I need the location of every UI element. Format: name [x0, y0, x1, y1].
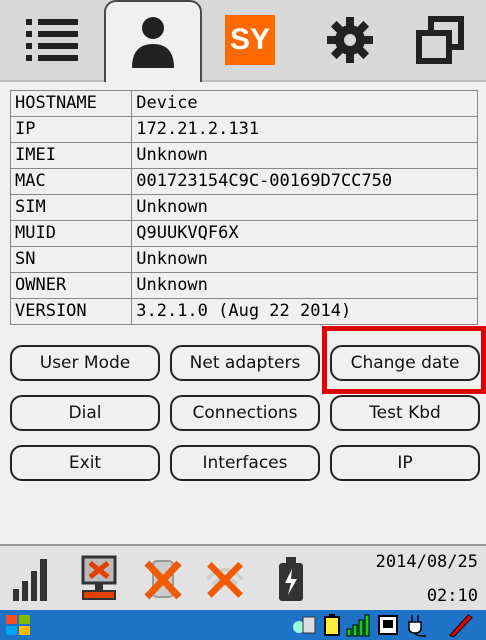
- tab-bar: SY: [0, 0, 486, 82]
- table-row: VERSION 3.2.1.0 (Aug 22 2014): [9, 298, 478, 325]
- windows-start-icon[interactable]: [4, 612, 32, 638]
- info-key: OWNER: [9, 272, 133, 299]
- table-row: IP 172.21.2.131: [9, 116, 478, 143]
- phone-disabled-icon[interactable]: [140, 554, 186, 604]
- interfaces-button[interactable]: Interfaces: [170, 445, 320, 481]
- info-value: Q9UUKVQF6X: [131, 220, 478, 247]
- signal-icon[interactable]: [8, 554, 54, 604]
- gear-icon: [327, 17, 373, 63]
- info-key: MAC: [9, 168, 133, 195]
- taskbar: [0, 610, 486, 640]
- test-kbd-button[interactable]: Test Kbd: [330, 395, 480, 431]
- change-date-button[interactable]: Change date: [330, 345, 480, 381]
- connections-button[interactable]: Connections: [170, 395, 320, 431]
- battery-icon[interactable]: [268, 554, 314, 604]
- pen-icon[interactable]: [446, 612, 474, 638]
- table-row: SIM Unknown: [9, 194, 478, 221]
- status-bar: 2014/08/25 02:10: [0, 544, 486, 612]
- network-error-icon[interactable]: [76, 554, 122, 604]
- device-info-table: HOSTNAME Device IP 172.21.2.131 IMEI Unknow…: [9, 90, 478, 325]
- info-key: HOSTNAME: [9, 90, 133, 117]
- status-time: 02:10: [426, 586, 478, 606]
- info-value: 3.2.1.0 (Aug 22 2014): [131, 298, 478, 325]
- windows-icon: [416, 16, 464, 64]
- info-key: IMEI: [9, 142, 133, 169]
- table-row: OWNER Unknown: [9, 272, 478, 299]
- info-key: SN: [9, 246, 133, 273]
- keyboard-icon[interactable]: [374, 612, 402, 638]
- tab-windows[interactable]: [400, 6, 480, 74]
- tab-settings[interactable]: [310, 6, 390, 74]
- list-icon: [26, 19, 78, 61]
- table-row: MUID Q9UUKVQF6X: [9, 220, 478, 247]
- status-date: 2014/08/25: [375, 552, 478, 572]
- table-row: MAC 001723154C9C-00169D7CC750: [9, 168, 478, 195]
- info-value: Unknown: [131, 142, 478, 169]
- info-value: 001723154C9C-00169D7CC750: [131, 168, 478, 195]
- battery-icon[interactable]: [318, 612, 346, 638]
- dial-button[interactable]: Dial: [10, 395, 160, 431]
- ip-button[interactable]: IP: [330, 445, 480, 481]
- user-mode-button[interactable]: User Mode: [10, 345, 160, 381]
- signal-icon[interactable]: [344, 612, 372, 638]
- info-value: Unknown: [131, 194, 478, 221]
- info-key: MUID: [9, 220, 133, 247]
- info-value: Unknown: [131, 272, 478, 299]
- power-icon[interactable]: [404, 612, 432, 638]
- tab-user[interactable]: [104, 0, 202, 82]
- exit-button[interactable]: Exit: [10, 445, 160, 481]
- table-row: SN Unknown: [9, 246, 478, 273]
- info-key: VERSION: [9, 298, 133, 325]
- info-value: Unknown: [131, 246, 478, 273]
- info-value: Device: [131, 90, 478, 117]
- net-adapters-button[interactable]: Net adapters: [170, 345, 320, 381]
- table-row: IMEI Unknown: [9, 142, 478, 169]
- wireless-disabled-icon[interactable]: [202, 554, 248, 604]
- network-icon[interactable]: [290, 612, 318, 638]
- sy-logo: SY: [225, 15, 275, 65]
- info-key: IP: [9, 116, 133, 143]
- info-key: SIM: [9, 194, 133, 221]
- info-value: 172.21.2.131: [131, 116, 478, 143]
- table-row: HOSTNAME Device: [9, 90, 478, 117]
- tab-sy[interactable]: SY: [210, 6, 290, 74]
- person-icon: [132, 17, 174, 68]
- tab-list[interactable]: [12, 6, 92, 74]
